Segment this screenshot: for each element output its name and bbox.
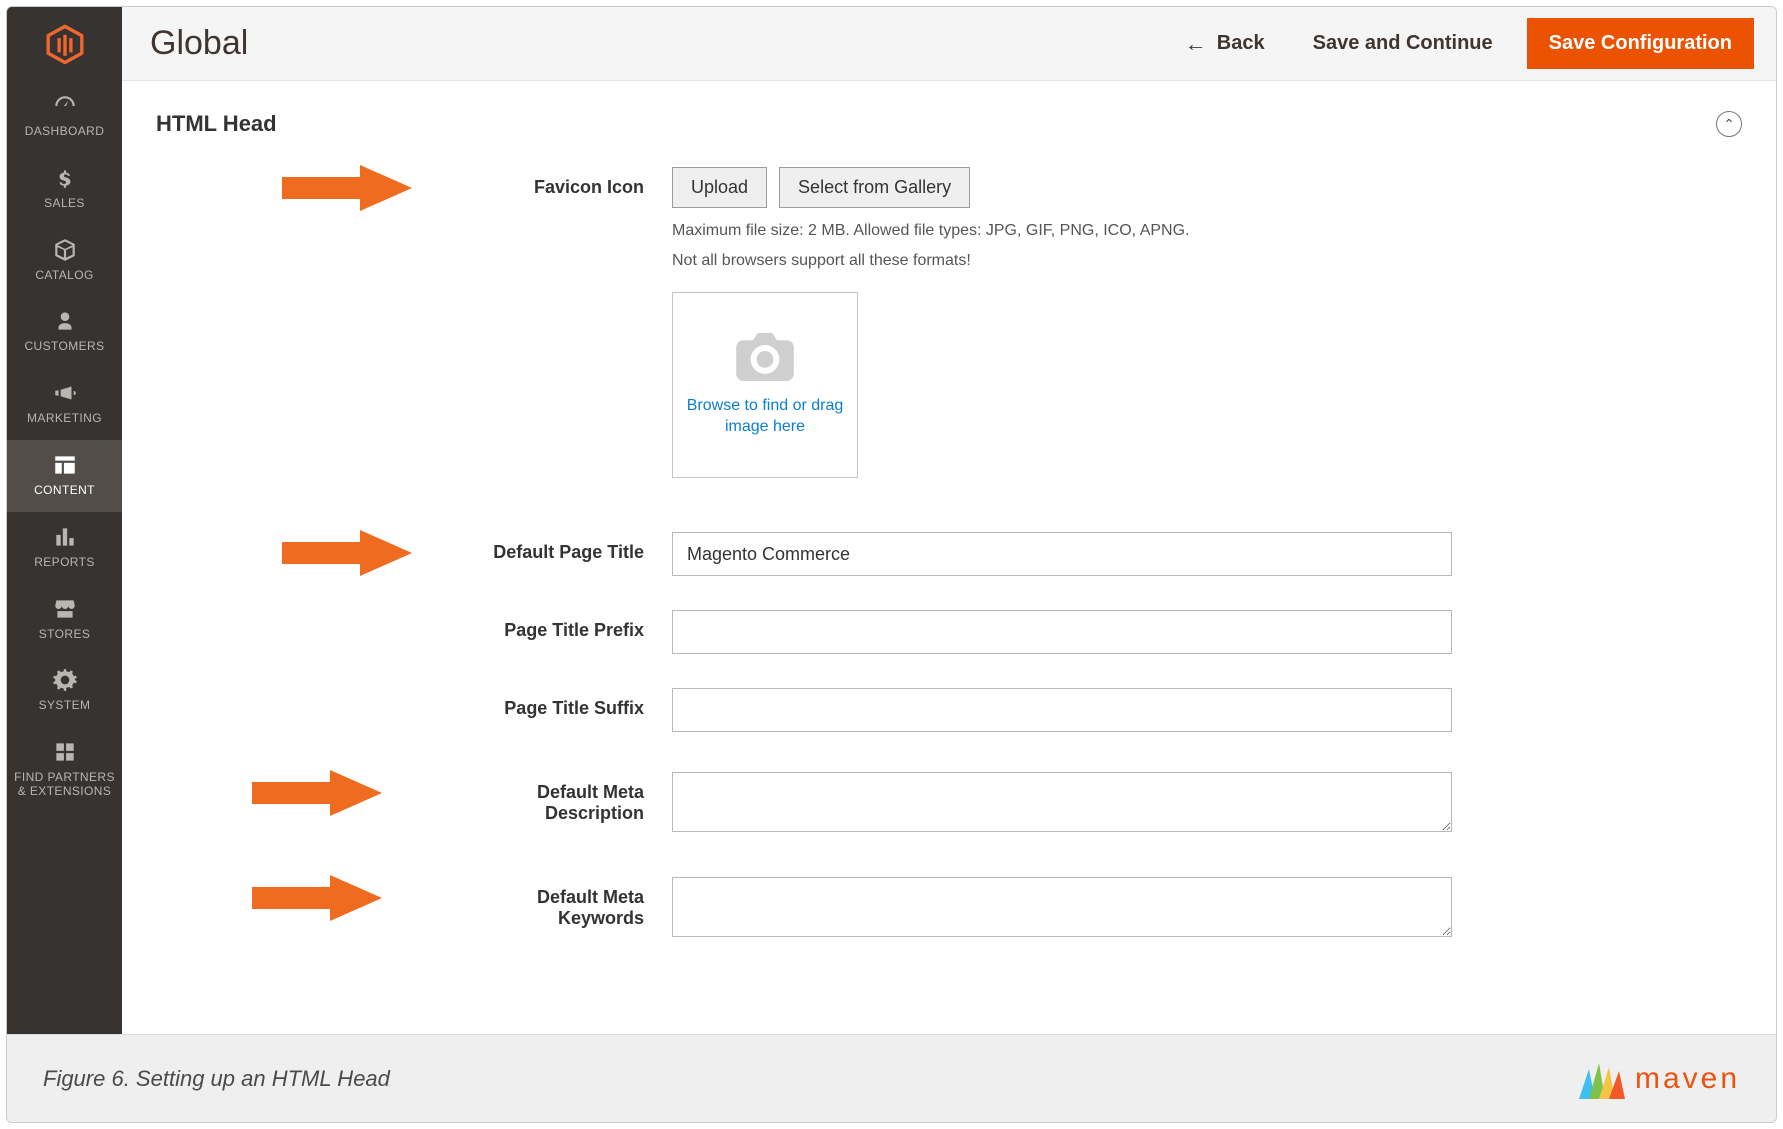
magento-logo[interactable]	[7, 7, 122, 81]
sidebar-item-customers[interactable]: CUSTOMERS	[7, 296, 122, 368]
sidebar-item-label: SYSTEM	[39, 699, 91, 713]
sidebar-item-dashboard[interactable]: DASHBOARD	[7, 81, 122, 153]
page-title-prefix-input[interactable]	[672, 610, 1452, 654]
arrow-left-icon: ←	[1185, 31, 1207, 57]
sidebar-item-partners[interactable]: FIND PARTNERS & EXTENSIONS	[7, 727, 122, 813]
page-title-suffix-input[interactable]	[672, 688, 1452, 732]
pointer-arrow-icon	[282, 163, 412, 213]
sidebar-item-label: SALES	[44, 197, 85, 211]
section-title: HTML Head	[156, 111, 277, 137]
image-dropzone[interactable]: Browse to find or drag image here	[672, 292, 858, 478]
sidebar-item-reports[interactable]: REPORTS	[7, 512, 122, 584]
chevron-up-icon: ⌃	[1723, 116, 1735, 133]
dollar-icon	[52, 165, 78, 191]
default-meta-keywords-label: Default Meta Keywords	[462, 877, 672, 929]
save-configuration-button[interactable]: Save Configuration	[1527, 18, 1754, 69]
gear-icon	[52, 667, 78, 693]
sidebar-item-label: CUSTOMERS	[24, 340, 104, 354]
sidebar-item-stores[interactable]: STORES	[7, 584, 122, 656]
sidebar-item-label: MARKETING	[27, 412, 102, 426]
save-continue-button[interactable]: Save and Continue	[1299, 24, 1507, 63]
dropzone-text: Browse to find or drag image here	[673, 396, 857, 438]
box-icon	[52, 237, 78, 263]
page-header: Global ← Back Save and Continue Save Con…	[122, 7, 1776, 81]
back-label: Back	[1217, 32, 1265, 55]
sidebar-item-label: FIND PARTNERS & EXTENSIONS	[11, 771, 118, 799]
sidebar-item-label: STORES	[39, 628, 91, 642]
sidebar-item-marketing[interactable]: MARKETING	[7, 368, 122, 440]
gauge-icon	[52, 93, 78, 119]
default-meta-keywords-input[interactable]	[672, 877, 1452, 937]
back-button[interactable]: ← Back	[1171, 23, 1279, 65]
bar-chart-icon	[52, 524, 78, 550]
favicon-hint-1: Maximum file size: 2 MB. Allowed file ty…	[672, 222, 1189, 240]
page-title-suffix-label: Page Title Suffix	[462, 688, 672, 719]
sidebar-item-label: REPORTS	[34, 556, 95, 570]
modules-icon	[52, 739, 78, 765]
sidebar-item-content[interactable]: CONTENT	[7, 440, 122, 512]
page-title-prefix-label: Page Title Prefix	[462, 610, 672, 641]
sidebar-item-label: CONTENT	[34, 484, 95, 498]
figure-caption-bar: Figure 6. Setting up an HTML Head maven	[7, 1034, 1776, 1122]
sidebar-item-sales[interactable]: SALES	[7, 153, 122, 225]
select-gallery-button[interactable]: Select from Gallery	[779, 167, 970, 208]
pointer-arrow-icon	[252, 768, 382, 818]
sidebar-item-label: CATALOG	[35, 269, 93, 283]
pointer-arrow-icon	[252, 873, 382, 923]
default-meta-description-input[interactable]	[672, 772, 1452, 832]
default-page-title-input[interactable]	[672, 532, 1452, 576]
sidebar-item-label: DASHBOARD	[25, 125, 105, 139]
favicon-label: Favicon Icon	[462, 167, 672, 198]
page-title: Global	[150, 24, 1151, 63]
favicon-hint-2: Not all browsers support all these forma…	[672, 252, 1189, 270]
pointer-arrow-icon	[282, 528, 412, 578]
default-meta-description-label: Default Meta Description	[462, 772, 672, 824]
sidebar-item-system[interactable]: SYSTEM	[7, 655, 122, 727]
person-icon	[52, 308, 78, 334]
figure-caption: Figure 6. Setting up an HTML Head	[43, 1066, 390, 1092]
upload-button[interactable]: Upload	[672, 167, 767, 208]
megaphone-icon	[52, 380, 78, 406]
admin-sidebar: DASHBOARD SALES CATALOG CUSTOMERS MARKET…	[7, 7, 122, 1034]
store-icon	[52, 596, 78, 622]
maven-logo-icon	[1571, 1055, 1627, 1103]
maven-logo-text: maven	[1635, 1062, 1740, 1096]
section-header[interactable]: HTML Head ⌃	[152, 107, 1746, 167]
collapse-button[interactable]: ⌃	[1716, 111, 1742, 137]
camera-icon	[735, 333, 795, 386]
layout-icon	[52, 452, 78, 478]
default-page-title-label: Default Page Title	[462, 532, 672, 563]
sidebar-item-catalog[interactable]: CATALOG	[7, 225, 122, 297]
maven-logo: maven	[1571, 1055, 1740, 1103]
